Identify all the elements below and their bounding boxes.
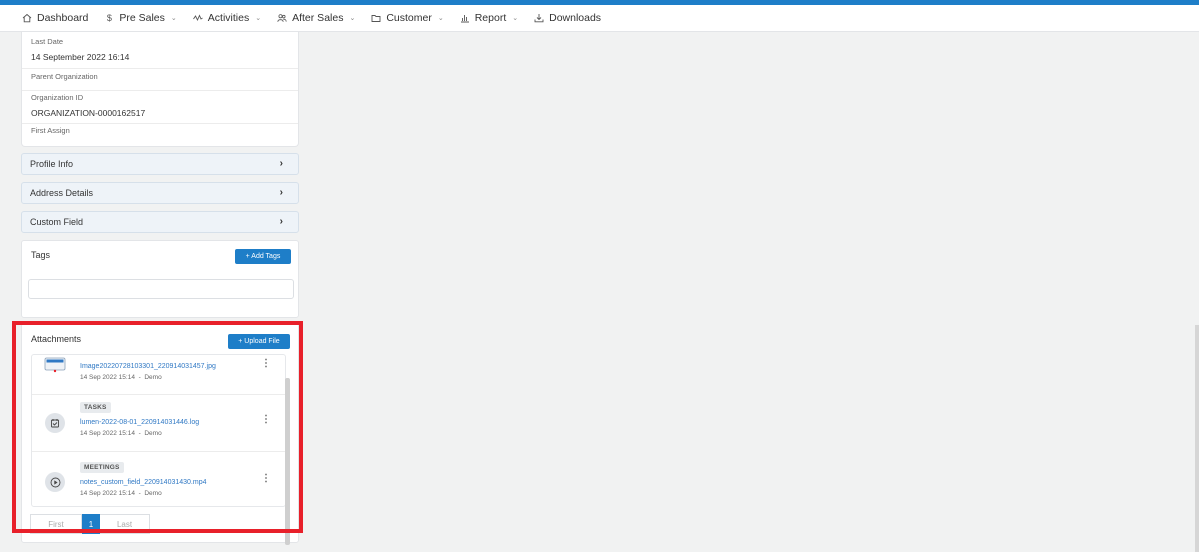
nav-after-sales[interactable]: After Sales ⌄	[276, 12, 355, 24]
chevron-down-icon: ⌄	[437, 15, 444, 22]
calendar-task-icon	[45, 413, 65, 433]
attachment-meta: 14 Sep 2022 15:14 - Demo	[80, 490, 162, 497]
attachments-pagination: First 1 Last	[30, 514, 150, 534]
chevron-right-icon: ›	[279, 187, 283, 198]
first-assign-label: First Assign	[31, 126, 70, 135]
organization-id-label: Organization ID	[31, 93, 84, 102]
upload-file-button[interactable]: + Upload File	[228, 334, 290, 349]
nav-label: Customer	[386, 12, 432, 24]
more-options-icon[interactable]: ⋮	[261, 359, 271, 369]
nav-activities[interactable]: Activities ⌄	[192, 12, 261, 24]
pagination-page-1[interactable]: 1	[82, 514, 100, 534]
attachment-file-link[interactable]: lumen-2022-08-01_220914031446.log	[80, 419, 199, 426]
attachments-scrollbar[interactable]	[285, 378, 290, 545]
attachments-list: Image20220728103301_220914031457.jpg 14 …	[31, 354, 286, 507]
attachment-item: TASKS lumen-2022-08-01_220914031446.log …	[32, 395, 285, 452]
accordion-label: Custom Field	[30, 217, 84, 227]
chevron-right-icon: ›	[279, 216, 283, 227]
tags-title: Tags	[31, 250, 51, 260]
nav-label: Dashboard	[37, 12, 89, 24]
tags-input[interactable]	[28, 279, 294, 299]
more-options-icon[interactable]: ⋮	[261, 474, 271, 484]
activity-icon	[192, 13, 204, 23]
tags-card: Tags + Add Tags	[21, 240, 299, 318]
page-scrollbar[interactable]	[1195, 325, 1199, 552]
pagination-first[interactable]: First	[30, 514, 82, 534]
nav-label: Pre Sales	[119, 12, 165, 24]
pagination-last[interactable]: Last	[100, 514, 150, 534]
last-date-label: Last Date	[31, 37, 64, 46]
organization-info-card: Last Date 14 September 2022 16:14 Parent…	[21, 32, 299, 147]
accordion-custom-field[interactable]: Custom Field ›	[21, 211, 299, 233]
nav-pre-sales[interactable]: $ Pre Sales ⌄	[103, 12, 177, 24]
nav-label: Activities	[207, 12, 250, 24]
organization-id-value: ORGANIZATION-0000162517	[31, 108, 146, 118]
accordion-label: Address Details	[30, 188, 94, 198]
nav-label: Report	[474, 12, 507, 24]
chevron-right-icon: ›	[279, 158, 283, 169]
attachment-meta: 14 Sep 2022 15:14 - Demo	[80, 430, 162, 437]
chevron-down-icon: ⌄	[170, 15, 177, 22]
more-options-icon[interactable]: ⋮	[261, 415, 271, 425]
attachment-meta: 14 Sep 2022 15:14 - Demo	[80, 374, 162, 381]
attachment-file-link[interactable]: notes_custom_field_220914031430.mp4	[80, 479, 207, 486]
attachment-file-link[interactable]: Image20220728103301_220914031457.jpg	[80, 363, 216, 370]
parent-organization-label: Parent Organization	[31, 72, 98, 81]
attachment-item: Image20220728103301_220914031457.jpg 14 …	[32, 355, 285, 395]
users-icon	[276, 13, 288, 23]
parent-organization-row: Parent Organization	[22, 70, 298, 91]
nav-report[interactable]: Report ⌄	[459, 12, 518, 24]
nav-label: Downloads	[549, 12, 602, 24]
chevron-down-icon: ⌄	[349, 15, 356, 22]
nav-label: After Sales	[292, 12, 344, 24]
accordion-address-details[interactable]: Address Details ›	[21, 182, 299, 204]
accordion-profile-info[interactable]: Profile Info ›	[21, 153, 299, 175]
play-icon	[45, 472, 65, 492]
folder-icon	[370, 13, 382, 23]
attachment-item: MEETINGS notes_custom_field_220914031430…	[32, 452, 285, 506]
add-tags-button[interactable]: + Add Tags	[235, 249, 291, 264]
chevron-down-icon: ⌄	[255, 15, 262, 22]
home-icon	[21, 13, 33, 23]
attachments-card: Attachments + Upload File Image202207281…	[21, 323, 299, 543]
main-navigation: Dashboard $ Pre Sales ⌄ Activities ⌄ Aft…	[0, 5, 1199, 32]
attachment-category-badge: MEETINGS	[80, 462, 124, 473]
chevron-down-icon: ⌄	[512, 15, 519, 22]
nav-customer[interactable]: Customer ⌄	[370, 12, 444, 24]
nav-downloads[interactable]: Downloads	[533, 12, 601, 24]
accordion-label: Profile Info	[30, 159, 74, 169]
bar-chart-icon	[459, 13, 471, 23]
dollar-icon: $	[106, 13, 112, 23]
last-date-row: Last Date 14 September 2022 16:14	[22, 37, 298, 69]
first-assign-row: First Assign	[22, 126, 298, 146]
download-icon	[533, 13, 545, 23]
last-date-value: 14 September 2022 16:14	[31, 52, 130, 62]
attachments-title: Attachments	[31, 334, 82, 344]
organization-id-row: Organization ID ORGANIZATION-0000162517	[22, 93, 298, 124]
image-file-icon	[44, 357, 66, 373]
nav-dashboard[interactable]: Dashboard	[21, 12, 88, 24]
attachment-category-badge: TASKS	[80, 402, 111, 413]
